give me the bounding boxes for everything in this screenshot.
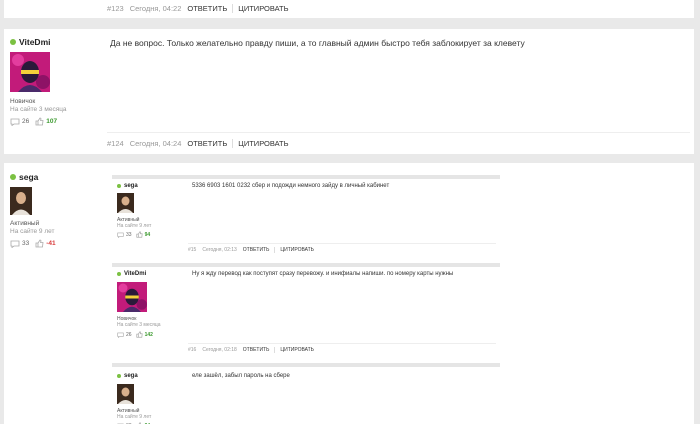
quoted-post-15: sega Активный На сайте 9 лет 33 94 5336 … bbox=[112, 175, 500, 261]
online-indicator-icon bbox=[10, 174, 16, 180]
post-number[interactable]: #123 bbox=[107, 4, 124, 13]
rating-value: -41 bbox=[46, 240, 56, 247]
post-divider bbox=[107, 132, 690, 133]
post-meta: #124 Сегодня, 04:24 ОТВЕТИТЬ ЦИТИРОВАТЬ bbox=[107, 139, 294, 148]
reply-button[interactable]: ОТВЕТИТЬ bbox=[243, 247, 275, 253]
post-number[interactable]: #16 bbox=[188, 347, 196, 353]
thumbs-up-icon bbox=[135, 331, 143, 338]
avatar-image bbox=[117, 384, 134, 404]
forum-thread: #123 Сегодня, 04:22 ОТВЕТИТЬ ЦИТИРОВАТЬ … bbox=[0, 0, 700, 424]
post-divider bbox=[188, 343, 496, 344]
author-name[interactable]: sega bbox=[19, 172, 38, 182]
comment-count: 33 bbox=[126, 231, 132, 238]
member-since: На сайте 9 лет bbox=[117, 223, 152, 229]
post-meta: #16 Сегодня, 02:18 ОТВЕТИТЬ ЦИТИРОВАТЬ bbox=[188, 347, 319, 353]
avatar-image bbox=[117, 282, 147, 312]
reply-button[interactable]: ОТВЕТИТЬ bbox=[187, 139, 232, 148]
comment-count: 26 bbox=[22, 118, 30, 125]
quote-button[interactable]: ЦИТИРОВАТЬ bbox=[232, 139, 293, 148]
post-author[interactable]: ViteDmi bbox=[10, 37, 51, 47]
avatar[interactable] bbox=[117, 384, 134, 404]
member-since: На сайте 9 лет bbox=[117, 414, 152, 420]
avatar[interactable] bbox=[117, 282, 147, 312]
post-123: #123 Сегодня, 04:22 ОТВЕТИТЬ ЦИТИРОВАТЬ bbox=[4, 0, 694, 18]
rating-value: 107 bbox=[46, 118, 58, 125]
user-stats: 26 107 bbox=[10, 117, 57, 126]
quote-button[interactable]: ЦИТИРОВАТЬ bbox=[274, 247, 319, 253]
quoted-text: еле зашёл, забыл пароль на сбере bbox=[192, 373, 290, 379]
user-stats: 26 142 bbox=[117, 331, 153, 338]
quoted-post-17: sega Активный На сайте 9 лет 33 94 еле з… bbox=[112, 363, 500, 424]
member-since: На сайте 3 месяца bbox=[10, 106, 67, 113]
post-author[interactable]: sega bbox=[10, 172, 38, 182]
rating-value: 94 bbox=[144, 231, 151, 238]
reply-button[interactable]: ОТВЕТИТЬ bbox=[243, 347, 275, 353]
post-time: Сегодня, 02:13 bbox=[202, 247, 237, 253]
post-number[interactable]: #15 bbox=[188, 247, 196, 253]
online-indicator-icon bbox=[10, 39, 16, 45]
post-125: sega Активный На сайте 9 лет 33 -41 sega bbox=[4, 163, 694, 424]
reply-button[interactable]: ОТВЕТИТЬ bbox=[187, 4, 232, 13]
author-name[interactable]: sega bbox=[124, 373, 138, 379]
member-since: На сайте 9 лет bbox=[10, 228, 55, 235]
comment-icon bbox=[10, 240, 20, 248]
user-rank: Активный bbox=[10, 220, 40, 227]
avatar[interactable] bbox=[117, 193, 134, 213]
post-time: Сегодня, 04:24 bbox=[129, 139, 182, 148]
quoted-author[interactable]: ViteDmi bbox=[117, 271, 146, 277]
comment-count: 33 bbox=[22, 240, 30, 247]
thumbs-up-icon bbox=[135, 231, 143, 238]
comment-icon bbox=[117, 232, 124, 238]
author-name[interactable]: ViteDmi bbox=[19, 37, 51, 47]
post-124: ViteDmi Новичок На сайте 3 месяца 26 107… bbox=[4, 29, 694, 154]
author-name[interactable]: sega bbox=[124, 183, 138, 189]
thumbs-up-icon bbox=[35, 239, 44, 248]
user-rank: Новичок bbox=[10, 98, 36, 105]
author-name[interactable]: ViteDmi bbox=[124, 271, 146, 277]
user-stats: 33 -41 bbox=[10, 239, 56, 248]
post-meta: #123 Сегодня, 04:22 ОТВЕТИТЬ ЦИТИРОВАТЬ bbox=[107, 4, 294, 13]
quoted-author[interactable]: sega bbox=[117, 373, 138, 379]
quoted-post-16: ViteDmi Новичок На сайте 3 месяца 26 142 bbox=[112, 263, 500, 355]
avatar-image bbox=[10, 187, 32, 215]
online-indicator-icon bbox=[117, 272, 121, 276]
post-meta: #15 Сегодня, 02:13 ОТВЕТИТЬ ЦИТИРОВАТЬ bbox=[188, 247, 319, 253]
user-stats: 33 94 bbox=[117, 231, 150, 238]
comment-icon bbox=[117, 332, 124, 338]
quoted-author[interactable]: sega bbox=[117, 183, 138, 189]
quoted-text: 5336 6903 1601 0232 сбер и подожди немно… bbox=[192, 183, 390, 189]
avatar[interactable] bbox=[10, 52, 50, 92]
avatar-image bbox=[117, 193, 134, 213]
online-indicator-icon bbox=[117, 374, 121, 378]
thumbs-up-icon bbox=[35, 117, 44, 126]
post-number[interactable]: #124 bbox=[107, 139, 124, 148]
member-since: На сайте 3 месяца bbox=[117, 322, 161, 328]
quote-button[interactable]: ЦИТИРОВАТЬ bbox=[232, 4, 293, 13]
post-divider bbox=[188, 243, 496, 244]
comment-icon bbox=[10, 118, 20, 126]
comment-count: 26 bbox=[126, 331, 132, 338]
avatar[interactable] bbox=[10, 187, 32, 215]
post-text: Да не вопрос. Только желательно правду п… bbox=[110, 38, 525, 48]
quoted-text: Ну я жду перевод как поступят сразу пере… bbox=[192, 271, 454, 277]
post-time: Сегодня, 02:18 bbox=[202, 347, 237, 353]
quote-button[interactable]: ЦИТИРОВАТЬ bbox=[274, 347, 319, 353]
rating-value: 142 bbox=[144, 331, 153, 338]
online-indicator-icon bbox=[117, 184, 121, 188]
avatar-image bbox=[10, 52, 50, 92]
post-time: Сегодня, 04:22 bbox=[129, 4, 182, 13]
